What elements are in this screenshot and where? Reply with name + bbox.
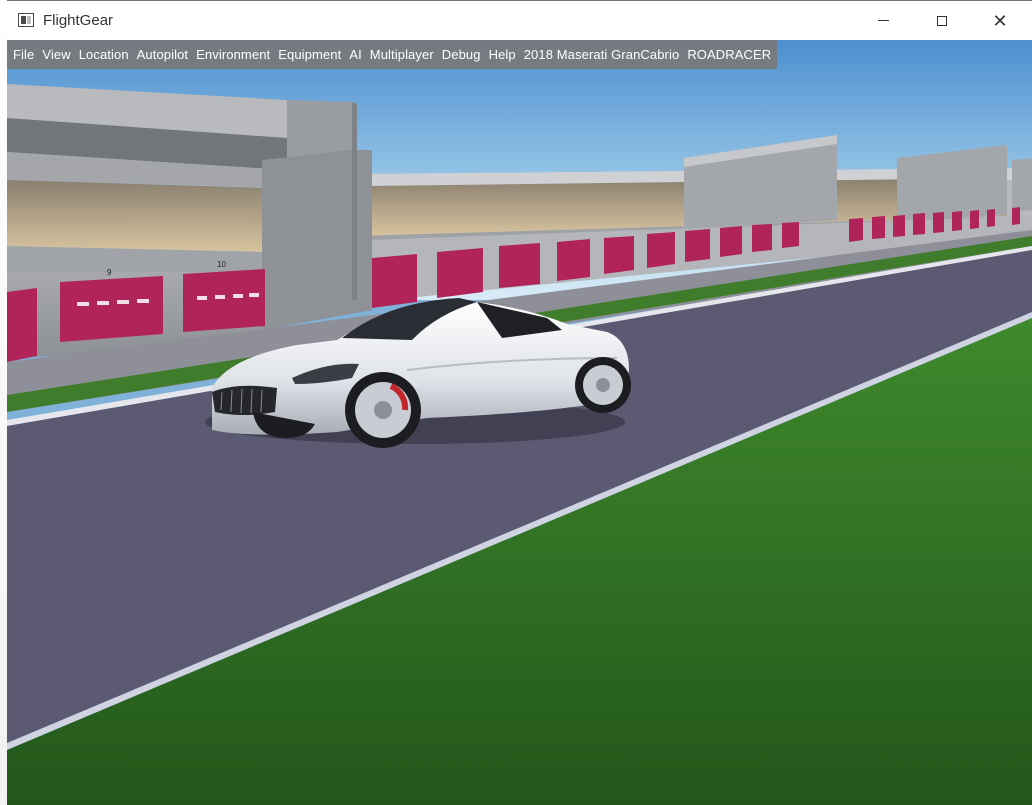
maximize-button[interactable]: [919, 1, 965, 40]
flightgear-window-icon[interactable]: [18, 13, 34, 27]
maximize-icon: [937, 15, 947, 26]
menu-multiplayer[interactable]: Multiplayer: [366, 47, 438, 62]
menu-ai[interactable]: AI: [345, 47, 365, 62]
close-button[interactable]: ✕: [977, 1, 1023, 40]
menu-autopilot[interactable]: Autopilot: [133, 47, 193, 62]
window-title: FlightGear: [43, 12, 114, 29]
flightgear-window: FlightGear ✕ 9 10 File View Location Aut…: [7, 0, 1032, 805]
menu-roadracer[interactable]: ROADRACER: [683, 47, 775, 62]
garage-number-10: 10: [217, 260, 226, 269]
scene-render: 9 10: [7, 40, 1032, 805]
menu-debug[interactable]: Debug: [438, 47, 485, 62]
minimize-icon: [877, 20, 889, 21]
menu-environment[interactable]: Environment: [192, 47, 274, 62]
menu-help[interactable]: Help: [485, 47, 520, 62]
menu-location[interactable]: Location: [75, 47, 133, 62]
title-bar[interactable]: FlightGear ✕: [7, 0, 1032, 40]
minimize-button[interactable]: [860, 1, 906, 40]
simulator-3d-view[interactable]: 9 10: [7, 40, 1032, 805]
menu-aircraft-maserati[interactable]: 2018 Maserati GranCabrio: [520, 47, 684, 62]
menu-view[interactable]: View: [38, 47, 74, 62]
close-icon: ✕: [992, 10, 1008, 31]
menu-equipment[interactable]: Equipment: [274, 47, 345, 62]
menu-file[interactable]: File: [9, 47, 38, 62]
menu-bar: File View Location Autopilot Environment…: [7, 40, 778, 69]
garage-number-9: 9: [107, 268, 112, 277]
